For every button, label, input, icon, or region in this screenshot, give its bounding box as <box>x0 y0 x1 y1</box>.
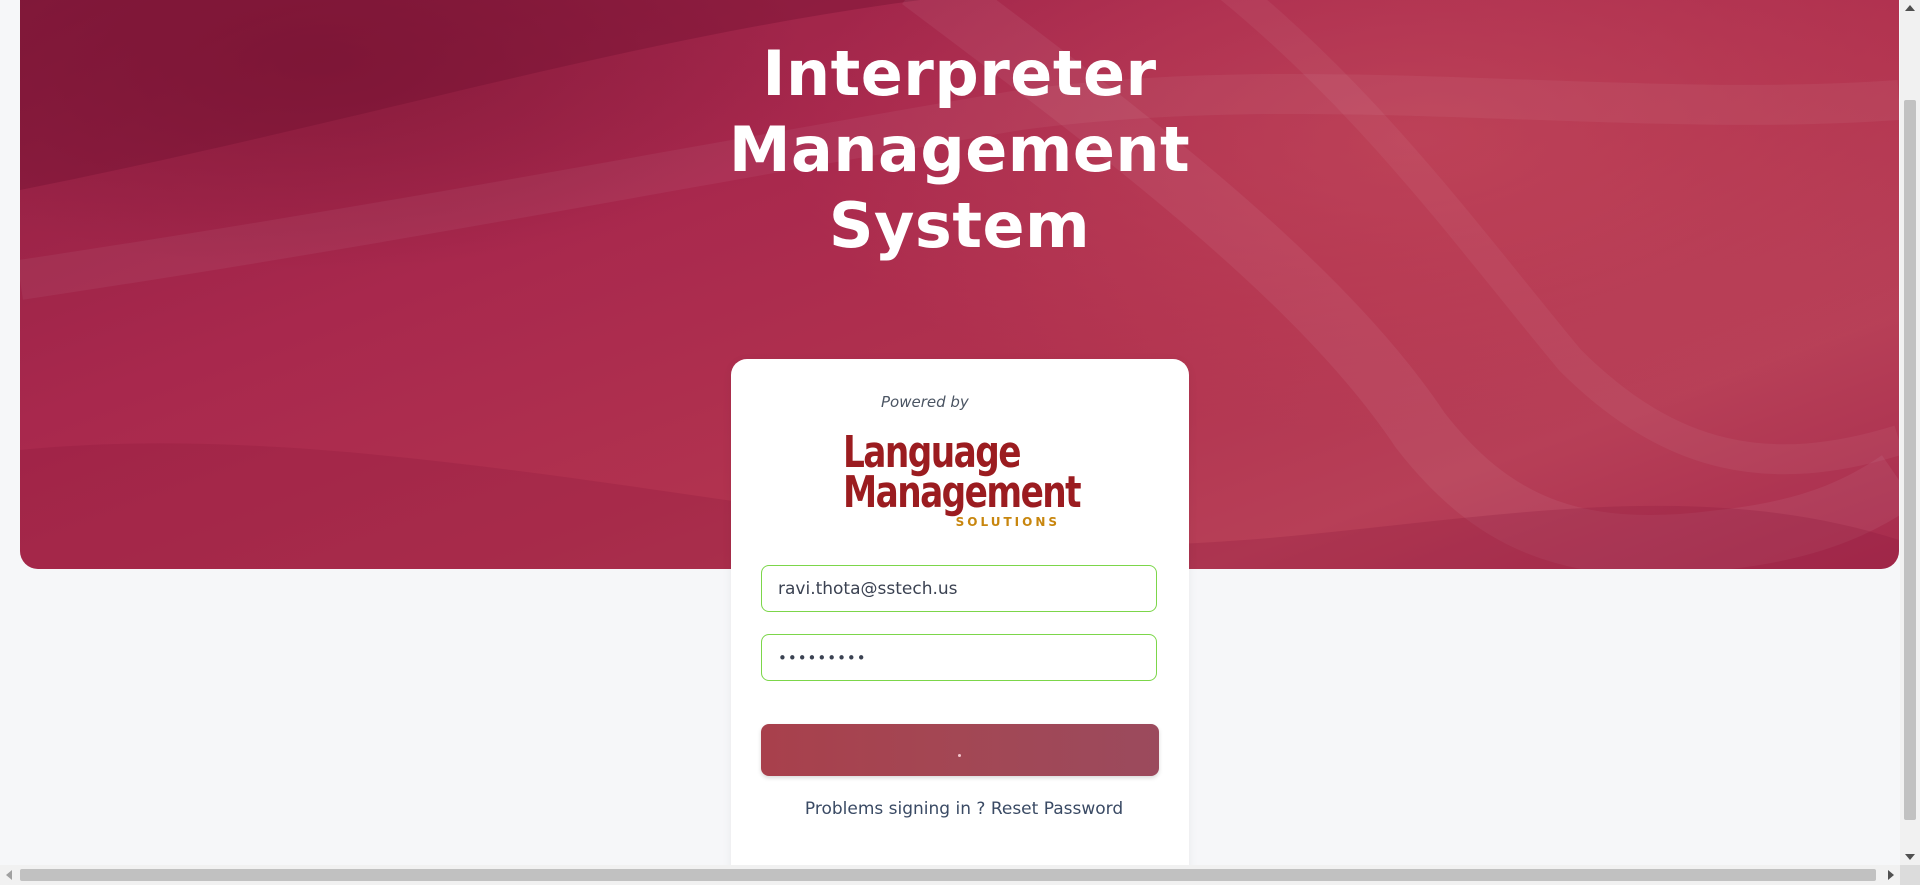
title-line-3: System <box>828 189 1091 262</box>
page-title: Interpreter Management System <box>20 36 1899 264</box>
scroll-left-arrow-icon[interactable] <box>6 870 12 880</box>
problems-signing-in-link[interactable]: Problems signing in ? <box>805 799 986 819</box>
reset-password-link[interactable]: Reset Password <box>991 799 1123 819</box>
powered-by-label: Powered by <box>881 393 969 411</box>
sign-in-button[interactable] <box>761 724 1159 776</box>
login-card: Powered by Language Management SOLUTIONS… <box>731 359 1189 865</box>
password-field[interactable]: ••••••••• <box>761 634 1157 681</box>
page-viewport: Interpreter Management System Powered by… <box>0 0 1900 865</box>
vertical-scrollbar[interactable] <box>1900 0 1920 865</box>
horizontal-scrollbar[interactable] <box>0 865 1900 885</box>
title-line-2: Management <box>728 113 1191 186</box>
company-logo: Language Management SOLUTIONS <box>843 431 1082 533</box>
loading-spinner-icon <box>958 754 961 757</box>
logo-subtitle: SOLUTIONS <box>955 515 1060 529</box>
scroll-right-arrow-icon[interactable] <box>1888 870 1894 880</box>
horizontal-scroll-thumb[interactable] <box>20 869 1876 881</box>
help-links: Problems signing in ? Reset Password <box>731 799 1189 819</box>
scrollbar-corner <box>1900 865 1920 885</box>
email-field[interactable]: ravi.thota@sstech.us <box>761 565 1157 612</box>
scroll-up-arrow-icon[interactable] <box>1905 5 1915 11</box>
vertical-scroll-thumb[interactable] <box>1904 100 1916 820</box>
logo-line-2: Management <box>843 467 1082 518</box>
scroll-down-arrow-icon[interactable] <box>1905 854 1915 860</box>
title-line-1: Interpreter <box>762 37 1157 110</box>
